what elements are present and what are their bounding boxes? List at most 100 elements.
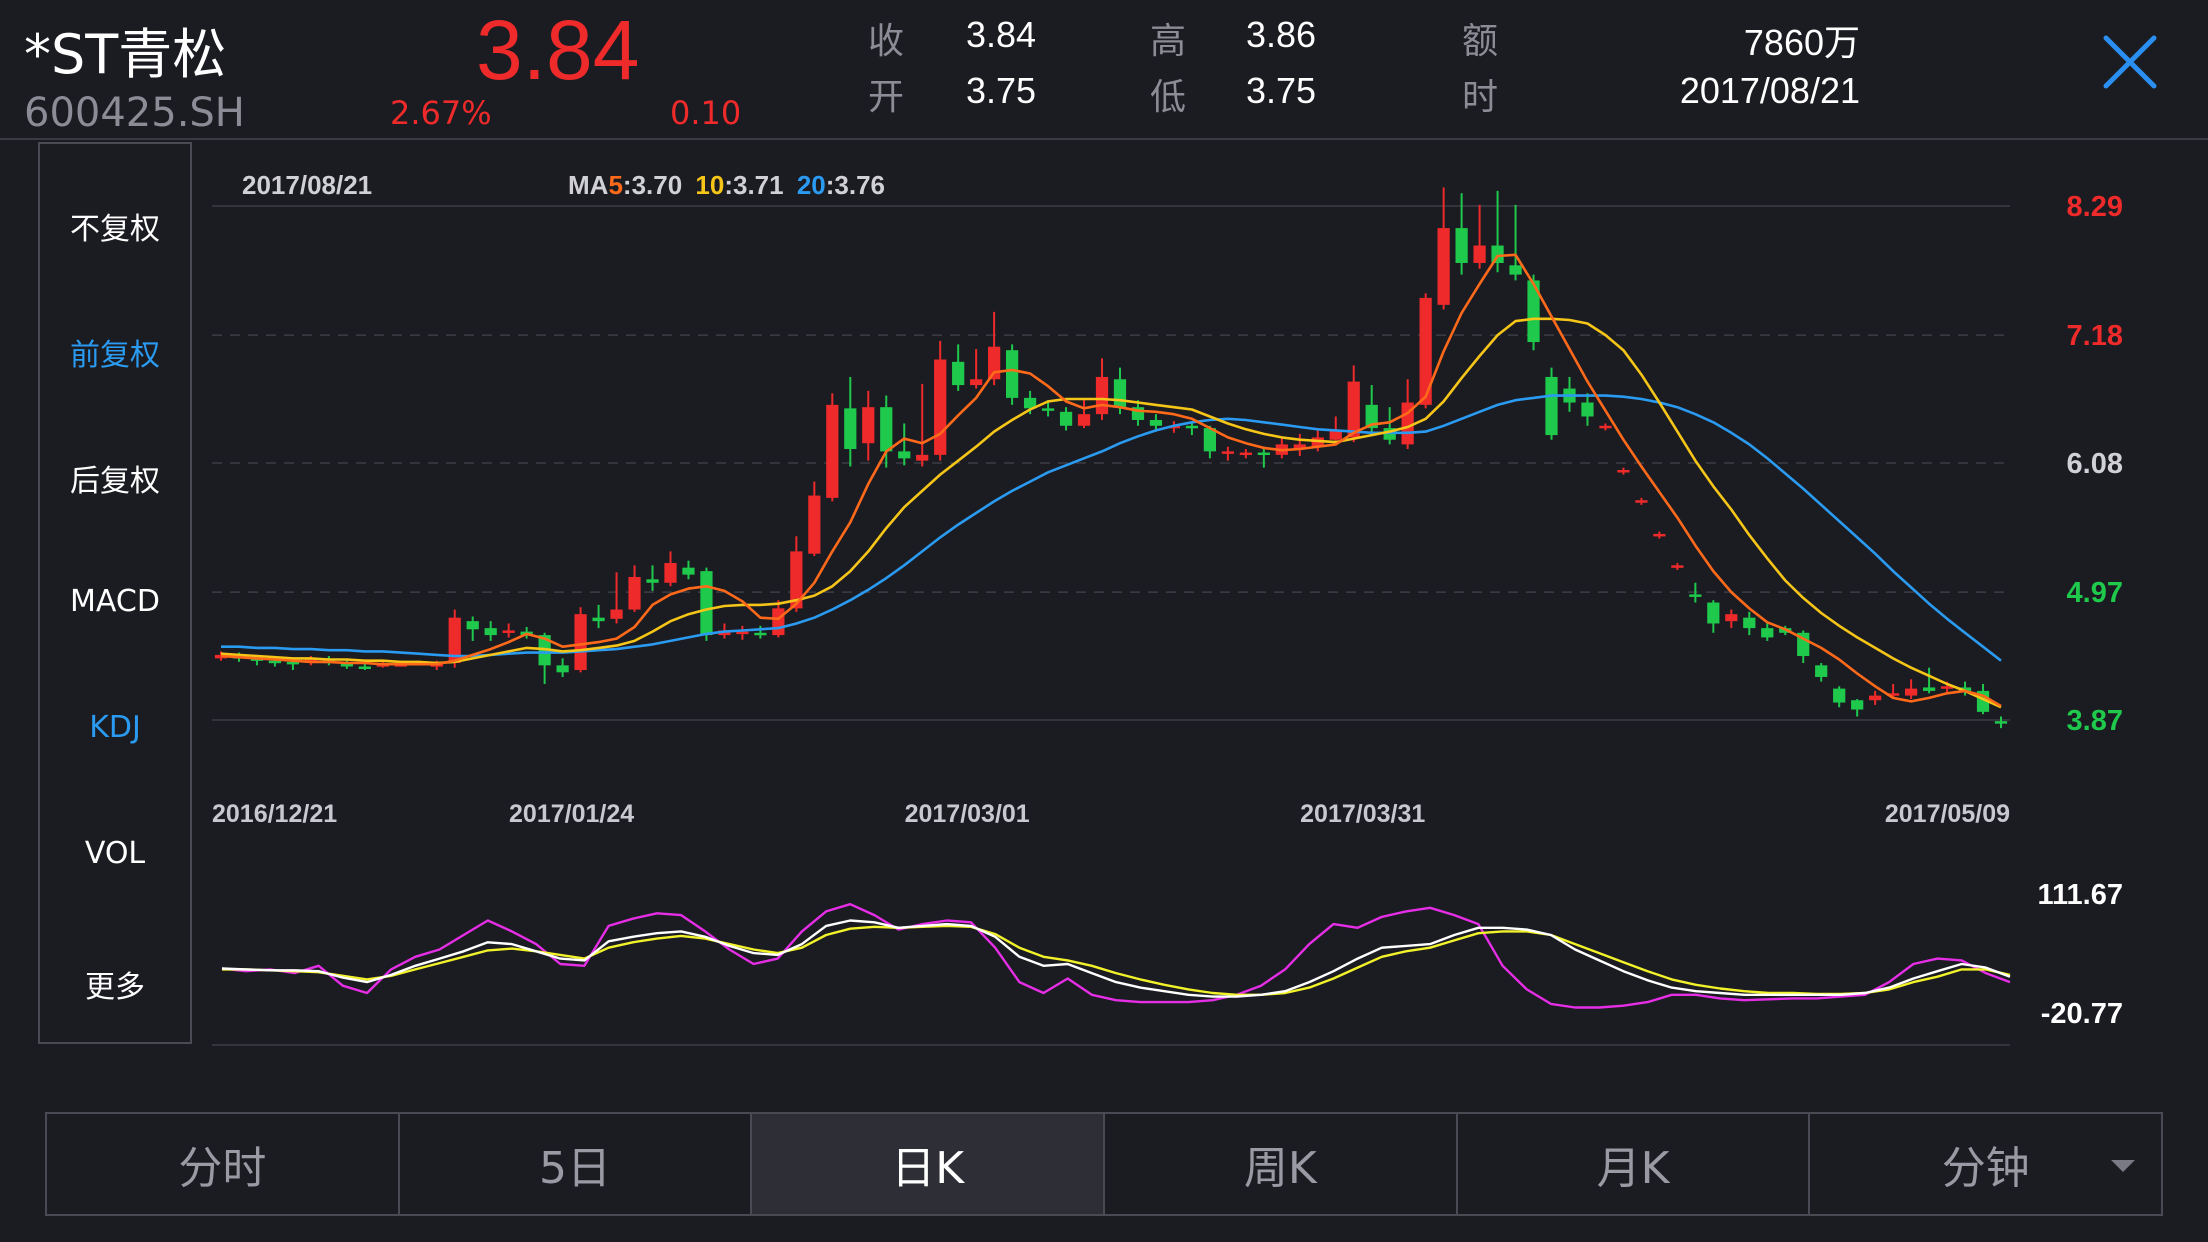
candle-body <box>1257 452 1270 456</box>
candle-body <box>1635 500 1648 503</box>
candle-body <box>1599 425 1612 429</box>
candle-body <box>1185 425 1199 429</box>
date-axis-label: 2017/05/09 <box>1885 800 2010 828</box>
kline-chart[interactable]: 2017/08/21 MA5:3.70 10:3.71 20:3.76 8.29… <box>200 150 2180 1050</box>
candle-body <box>1239 452 1252 456</box>
candle-body <box>628 576 641 610</box>
price-axis-label: 4.97 <box>2067 577 2123 609</box>
stock-code: 600425.SH <box>24 90 245 136</box>
candle-body <box>1041 408 1055 411</box>
candle-body <box>1005 350 1019 398</box>
menu-item-forward-adjusted[interactable]: 前复权 <box>40 330 190 374</box>
open-label: 开 <box>868 77 905 118</box>
tab-weekly-k-label: 周K <box>1243 1143 1317 1194</box>
candle-body <box>1077 414 1091 426</box>
tab-5day-label: 5日 <box>539 1143 611 1194</box>
candle-body <box>1455 228 1468 263</box>
candle-body <box>1671 565 1684 568</box>
candle-body <box>1743 617 1756 629</box>
price-axis-label: 6.08 <box>2067 448 2123 480</box>
time-label: 时 <box>1462 77 1499 118</box>
candle-body <box>844 408 857 450</box>
candle-body <box>1113 379 1127 408</box>
menu-item-more[interactable]: 更多 <box>40 962 190 1006</box>
candle-body <box>1994 721 2008 724</box>
candle-body <box>1922 687 1936 691</box>
date-axis-label: 2017/03/31 <box>1300 800 1425 828</box>
candle-body <box>1815 665 1828 677</box>
date-axis-label: 2017/01/24 <box>509 800 634 828</box>
menu-item-macd[interactable]: MACD <box>40 584 190 619</box>
close-value: 3.84 <box>966 14 1037 55</box>
menu-item-unadjusted[interactable]: 不复权 <box>40 204 190 248</box>
candle-body <box>916 454 929 461</box>
candle-body <box>646 579 659 583</box>
candle-body <box>880 407 893 452</box>
kdj-axis-label: 111.67 <box>2038 879 2124 911</box>
menu-item-vol[interactable]: VOL <box>40 836 190 871</box>
candle-body <box>952 361 965 386</box>
tab-minute-label: 分钟 <box>1941 1143 2030 1194</box>
candle-body <box>592 617 605 622</box>
candle-body <box>502 630 515 633</box>
candle-body <box>700 571 713 636</box>
candle-body <box>808 495 821 554</box>
close-button[interactable] <box>2098 30 2162 94</box>
candle-body <box>826 404 839 498</box>
low-label: 低 <box>1150 77 1187 118</box>
candle-body <box>1581 402 1594 417</box>
period-tabs: 分时 5日 日K 周K 月K 分钟 <box>45 1112 2163 1216</box>
candle-body <box>1869 695 1882 701</box>
tab-intraday[interactable]: 分时 <box>47 1114 400 1214</box>
candle-body <box>1761 628 1774 638</box>
candle-body <box>466 621 479 630</box>
chart-svg: 8.29 7.18 6.08 4.97 3.87 2016/12/21 2017/01/24… <box>212 187 2124 1046</box>
amount-value: 7860万 <box>1743 22 1860 63</box>
quote-header: *ST青松 600425.SH 3.84 2.67% 0.10 收 3.84 开… <box>0 0 2208 140</box>
candle-body <box>1473 245 1486 263</box>
candle-body <box>556 665 569 673</box>
side-menu: 不复权 前复权 后复权 MACD KDJ VOL 更多 <box>38 142 192 1044</box>
low-value: 3.75 <box>1246 70 1317 111</box>
price-axis-label: 3.87 <box>2067 705 2123 737</box>
tab-daily-k[interactable]: 日K <box>752 1114 1106 1214</box>
candle-body <box>862 407 875 444</box>
kdj-d-line <box>222 924 2011 996</box>
high-label: 高 <box>1150 21 1187 62</box>
candle-body <box>1437 228 1450 305</box>
menu-item-backward-adjusted[interactable]: 后复权 <box>40 456 190 500</box>
price-axis-label: 8.29 <box>2067 191 2123 223</box>
candle-body <box>1059 411 1073 426</box>
candle-body <box>1509 265 1522 275</box>
date-axis-label: 2017/03/01 <box>905 800 1030 828</box>
candle-body <box>610 609 623 619</box>
open-value: 3.75 <box>966 70 1037 111</box>
candle-body <box>1707 602 1720 624</box>
tab-monthly-k-label: 月K <box>1596 1143 1670 1194</box>
candle-body <box>664 563 677 583</box>
candle-body <box>1149 419 1163 426</box>
date-axis-label: 2016/12/21 <box>212 800 337 828</box>
menu-item-kdj[interactable]: KDJ <box>40 710 190 745</box>
tab-weekly-k[interactable]: 周K <box>1105 1114 1458 1214</box>
candle-body <box>574 614 587 670</box>
candle-body <box>1725 614 1738 622</box>
candle-body <box>1689 594 1702 597</box>
candle-body <box>358 666 371 670</box>
candle-body <box>1095 376 1109 415</box>
price-axis-label: 7.18 <box>2067 320 2123 352</box>
tab-minute[interactable]: 分钟 <box>1810 1114 2161 1214</box>
time-value: 2017/08/21 <box>1679 70 1860 111</box>
stock-name: *ST青松 <box>24 23 227 86</box>
kdj-k-line <box>221 919 2011 998</box>
tab-monthly-k[interactable]: 月K <box>1458 1114 1811 1214</box>
candle-body <box>1904 688 1918 696</box>
tab-5day[interactable]: 5日 <box>400 1114 753 1214</box>
candle-body <box>1653 533 1666 537</box>
close-icon <box>2103 35 2157 89</box>
candle-body <box>934 359 947 455</box>
candle-body <box>898 451 911 459</box>
candle-body <box>1617 469 1630 473</box>
chevron-down-icon <box>2111 1160 2136 1172</box>
close-label: 收 <box>868 21 905 62</box>
